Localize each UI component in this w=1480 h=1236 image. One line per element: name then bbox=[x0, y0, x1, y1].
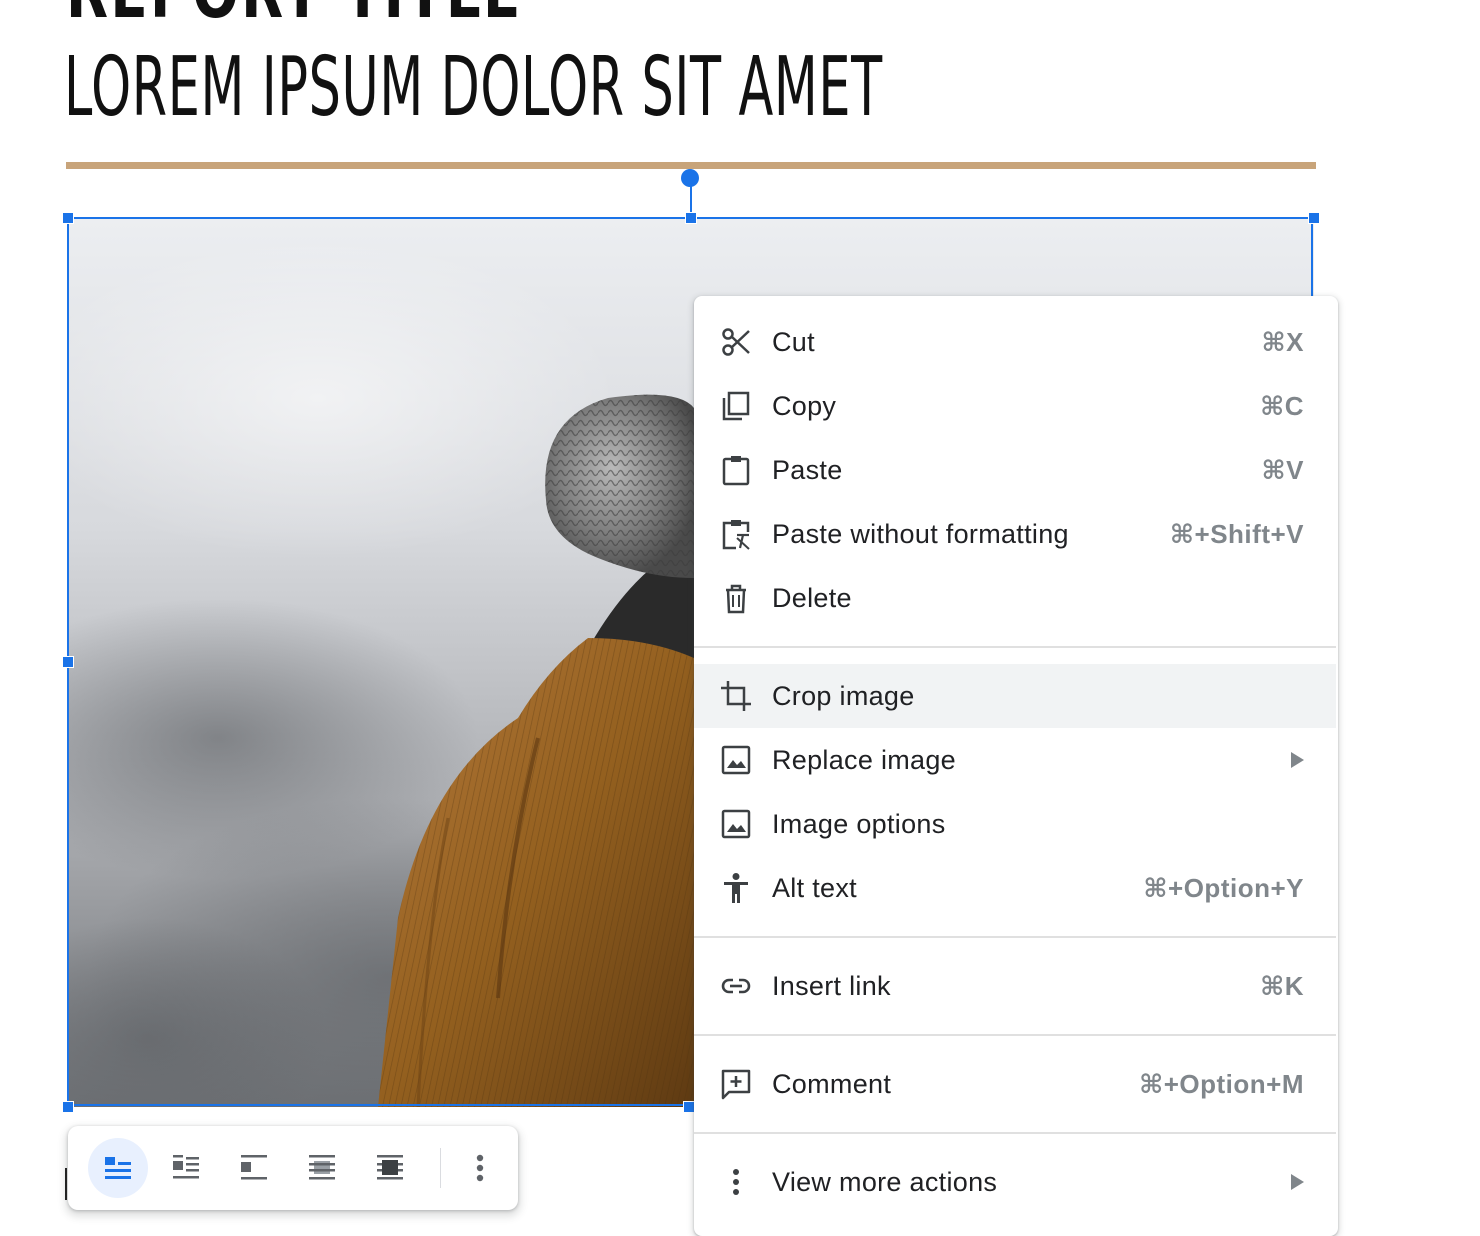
menu-item-crop-image[interactable]: Crop image bbox=[694, 664, 1336, 728]
copy-icon bbox=[722, 391, 750, 421]
clipboard-icon bbox=[722, 456, 750, 486]
more-vert-icon bbox=[733, 1169, 739, 1195]
resize-handle-bottom-left[interactable] bbox=[62, 1101, 74, 1113]
menu-item-comment[interactable]: Comment ⌘+Option+M bbox=[694, 1052, 1336, 1116]
more-options-icon bbox=[476, 1154, 484, 1182]
horizontal-rule bbox=[66, 162, 1316, 169]
scissors-icon bbox=[722, 328, 750, 356]
trash-icon bbox=[726, 584, 746, 614]
resize-handle-top-center[interactable] bbox=[685, 212, 697, 224]
menu-item-label: Comment bbox=[772, 1069, 892, 1099]
image-layout-toolbar bbox=[68, 1126, 518, 1210]
menu-item-shortcut: ⌘+Option+M bbox=[1139, 1069, 1304, 1099]
menu-item-label: Delete bbox=[772, 583, 852, 613]
menu-item-label: Cut bbox=[772, 327, 815, 357]
inline-button[interactable] bbox=[88, 1138, 148, 1198]
menu-separator bbox=[694, 1034, 1336, 1036]
wrap-text-icon bbox=[173, 1155, 199, 1179]
menu-item-insert-link[interactable]: Insert link ⌘K bbox=[694, 954, 1336, 1018]
menu-item-delete[interactable]: Delete bbox=[694, 566, 1336, 630]
menu-item-shortcut: ⌘C bbox=[1260, 391, 1304, 421]
break-text-button[interactable] bbox=[224, 1138, 284, 1198]
resize-handle-middle-left[interactable] bbox=[62, 656, 74, 668]
menu-separator bbox=[694, 936, 1336, 938]
menu-item-paste-without-formatting[interactable]: Paste without formatting ⌘+Shift+V bbox=[694, 502, 1336, 566]
document-title: REPORT TITLE bbox=[66, 0, 523, 34]
menu-separator bbox=[694, 646, 1336, 648]
menu-separator bbox=[694, 1132, 1336, 1134]
resize-handle-top-right[interactable] bbox=[1308, 212, 1320, 224]
behind-text-button[interactable] bbox=[292, 1138, 352, 1198]
menu-item-shortcut: ⌘X bbox=[1261, 327, 1304, 357]
menu-item-copy[interactable]: Copy ⌘C bbox=[694, 374, 1336, 438]
menu-item-alt-text[interactable]: Alt text ⌘+Option+Y bbox=[694, 856, 1336, 920]
more-image-options-button[interactable] bbox=[450, 1138, 510, 1198]
menu-item-label: Copy bbox=[772, 391, 837, 421]
wrap-text-button[interactable] bbox=[156, 1138, 216, 1198]
menu-item-shortcut: ⌘V bbox=[1261, 455, 1304, 485]
image-icon bbox=[721, 809, 751, 839]
menu-item-shortcut: ⌘+Option+Y bbox=[1143, 873, 1304, 903]
menu-item-shortcut: ⌘+Shift+V bbox=[1169, 519, 1304, 549]
clipboard-clear-format-icon bbox=[722, 520, 750, 550]
menu-item-replace-image[interactable]: Replace image bbox=[694, 728, 1336, 792]
submenu-arrow-icon bbox=[1291, 1174, 1304, 1190]
menu-item-label: Image options bbox=[772, 809, 946, 839]
in-front-of-text-button[interactable] bbox=[360, 1138, 420, 1198]
in-front-of-text-icon bbox=[377, 1155, 403, 1180]
image-icon bbox=[721, 745, 751, 775]
accessibility-icon bbox=[724, 873, 748, 903]
menu-item-label: Crop image bbox=[772, 681, 915, 711]
inline-icon bbox=[105, 1157, 131, 1179]
behind-text-icon bbox=[309, 1155, 335, 1180]
add-comment-icon bbox=[721, 1069, 751, 1100]
crop-icon bbox=[721, 681, 751, 711]
break-text-icon bbox=[241, 1155, 267, 1180]
menu-item-label: Paste bbox=[772, 455, 843, 485]
document-subtitle: LOREM IPSUM DOLOR SIT AMET bbox=[64, 40, 883, 135]
menu-item-cut[interactable]: Cut ⌘X bbox=[694, 310, 1336, 374]
menu-item-paste[interactable]: Paste ⌘V bbox=[694, 438, 1336, 502]
menu-item-image-options[interactable]: Image options bbox=[694, 792, 1336, 856]
menu-item-label: Alt text bbox=[772, 873, 857, 903]
rotate-handle[interactable] bbox=[681, 169, 699, 187]
context-menu: Cut ⌘X Copy ⌘C Paste ⌘V Paste without fo… bbox=[694, 296, 1338, 1236]
resize-handle-top-left[interactable] bbox=[62, 212, 74, 224]
menu-item-label: Insert link bbox=[772, 971, 891, 1001]
menu-item-label: View more actions bbox=[772, 1167, 998, 1197]
menu-item-view-more-actions[interactable]: View more actions bbox=[694, 1150, 1336, 1214]
menu-item-label: Paste without formatting bbox=[772, 519, 1069, 549]
menu-item-shortcut: ⌘K bbox=[1260, 971, 1304, 1001]
submenu-arrow-icon bbox=[1291, 752, 1304, 768]
text-cursor bbox=[65, 1168, 67, 1200]
link-icon bbox=[721, 978, 751, 994]
menu-item-label: Replace image bbox=[772, 745, 957, 775]
toolbar-divider bbox=[440, 1148, 441, 1188]
